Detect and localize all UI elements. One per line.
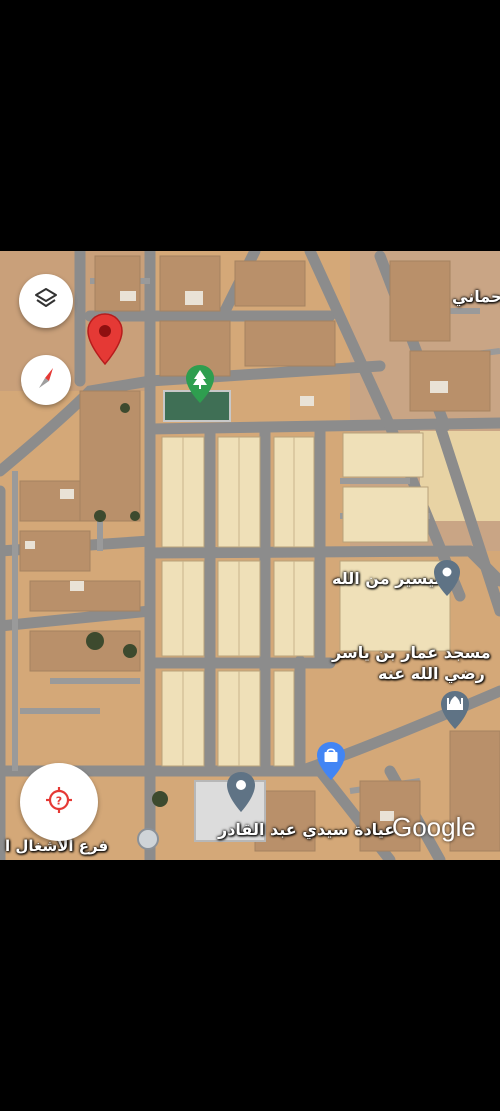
my-location-icon: ? (44, 785, 74, 819)
place-label-taysir[interactable]: تيسير من الله (332, 569, 440, 588)
shopping-pin[interactable] (316, 741, 346, 785)
svg-text:?: ? (56, 795, 62, 808)
place-label-partial-top[interactable]: رحماني (452, 287, 500, 306)
place-pin-taysir[interactable] (433, 559, 461, 601)
park-pin[interactable] (185, 364, 215, 408)
compass-icon (32, 364, 60, 396)
mosque-pin[interactable] (440, 690, 470, 734)
layers-icon (33, 286, 59, 316)
my-location-button[interactable]: ? (20, 763, 98, 841)
selected-location-pin[interactable] (86, 312, 124, 370)
clinic-label[interactable]: عيادة سيدي عبد القادر (218, 820, 395, 839)
mosque-label-line2[interactable]: رضي الله عنه (378, 664, 485, 683)
compass-button[interactable] (21, 355, 71, 405)
google-attribution: Google (392, 812, 476, 842)
layers-button[interactable] (19, 274, 73, 328)
mosque-label-line1[interactable]: مسجد عمار بن ياسر (332, 643, 491, 662)
clinic-pin[interactable] (226, 771, 256, 817)
